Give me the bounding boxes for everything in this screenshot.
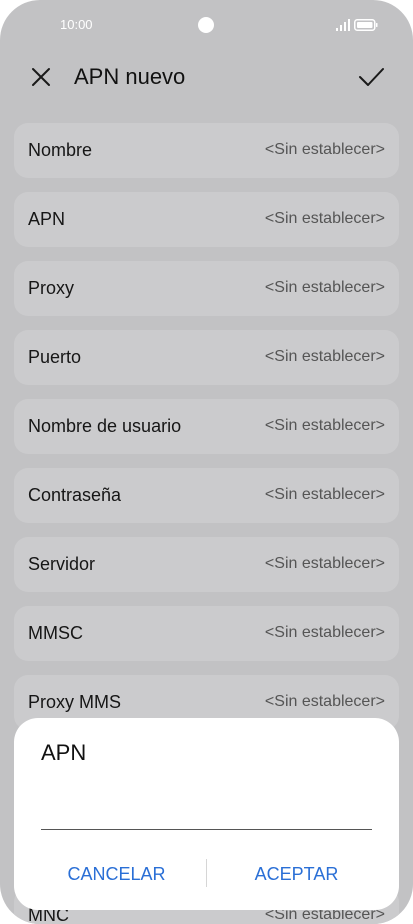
status-time: 10:00 [60,17,93,32]
row-label: Nombre de usuario [28,416,182,436]
row-value: <Sin establecer> [264,348,385,365]
apn-row-nombre[interactable]: Nombre <Sin establecer> [14,123,399,178]
row-value: <Sin establecer> [264,555,385,572]
row-value: <Sin establecer> [264,210,385,227]
row-value: <Sin establecer> [264,693,385,710]
row-value: <Sin establecer> [264,417,385,434]
phone-screen: 10:00 APN nuevo Nombre <Sin establecer> [0,0,413,924]
row-label: Proxy MMS [28,692,122,712]
cancel-button[interactable]: CANCELAR [34,859,199,889]
row-label: MMSC [28,623,83,643]
row-label: Proxy [28,278,75,298]
row-label: Nombre [28,140,93,160]
app-header: APN nuevo [0,52,413,104]
row-label: Servidor [28,554,96,574]
apn-input[interactable] [41,788,372,830]
row-value: <Sin establecer> [264,279,385,296]
apn-edit-dialog: APN CANCELAR ACEPTAR [14,718,399,910]
row-label: Puerto [28,347,82,367]
apn-row-puerto[interactable]: Puerto <Sin establecer> [14,330,399,385]
camera-icon [198,17,214,33]
apn-row-nombre-de-usuario[interactable]: Nombre de usuario <Sin establecer> [14,399,399,454]
row-value: <Sin establecer> [264,486,385,503]
row-label: APN [28,209,66,229]
check-icon[interactable] [356,62,386,92]
apn-row-apn[interactable]: APN <Sin establecer> [14,192,399,247]
button-divider [206,859,207,887]
dialog-title: APN [41,740,87,765]
apn-row-servidor[interactable]: Servidor <Sin establecer> [14,537,399,592]
apn-row-contrasena[interactable]: Contraseña <Sin establecer> [14,468,399,523]
status-bar: 10:00 [0,0,413,50]
row-value: <Sin establecer> [264,624,385,641]
signal-icon [336,19,350,31]
apn-row-mmsc[interactable]: MMSC <Sin establecer> [14,606,399,661]
accept-button[interactable]: ACEPTAR [214,859,379,889]
battery-icon [354,19,378,31]
row-label: Contraseña [28,485,122,505]
close-icon[interactable] [28,64,54,90]
apn-row-proxy[interactable]: Proxy <Sin establecer> [14,261,399,316]
row-value: <Sin establecer> [264,141,385,158]
page-title: APN nuevo [74,64,186,89]
